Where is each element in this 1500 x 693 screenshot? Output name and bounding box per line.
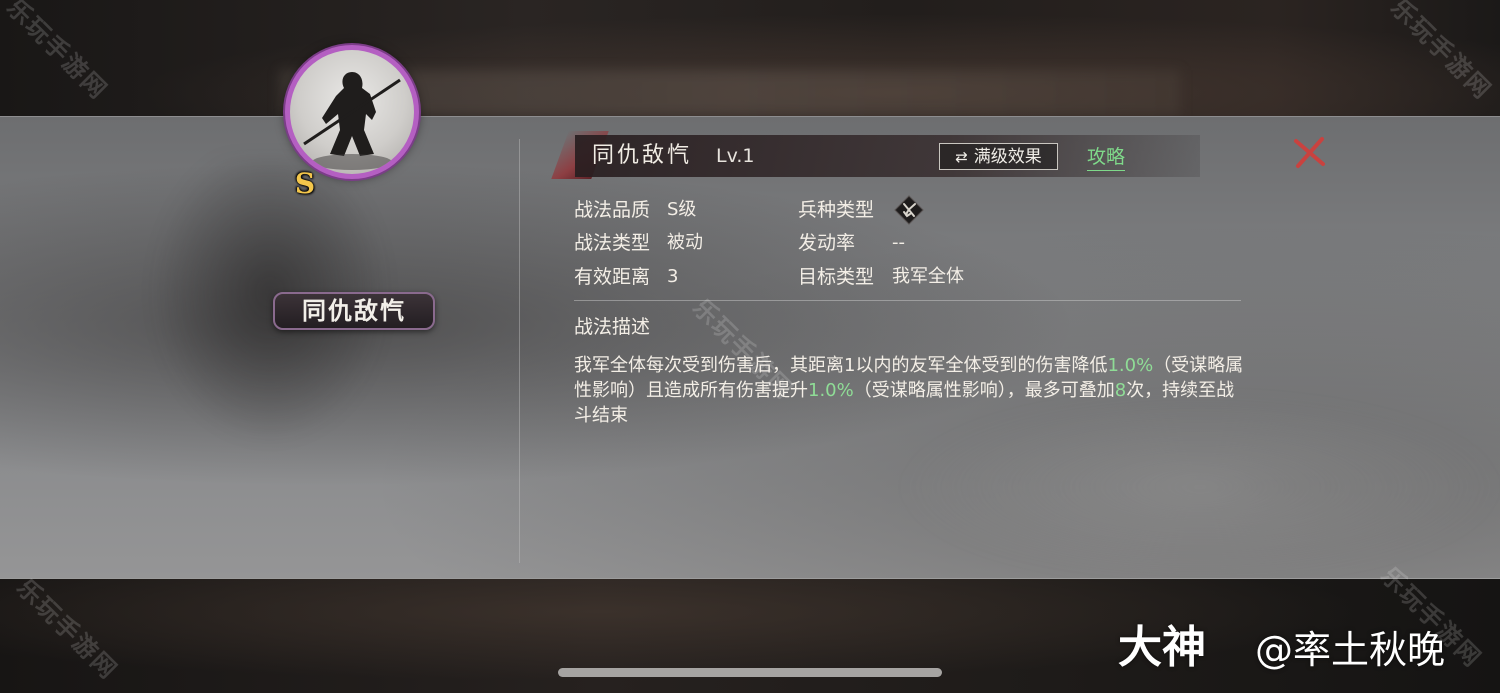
quality-value: S级 — [667, 199, 697, 220]
max-level-effect-button[interactable]: ⇄ 满级效果 — [939, 143, 1058, 170]
range-label: 有效距离 — [574, 266, 651, 288]
warrior-portrait-image — [290, 50, 414, 174]
target-type-label: 目标类型 — [798, 266, 875, 288]
close-icon — [1294, 137, 1325, 168]
trigger-rate-label: 发动率 — [798, 232, 856, 254]
portrait-name-plate: 同仇敌忾 — [273, 292, 435, 330]
damage-reduction-value: 1.0% — [1107, 355, 1154, 376]
skill-title: 同仇敌忾 — [592, 143, 693, 168]
description-title: 战法描述 — [574, 316, 651, 338]
troop-type-label: 兵种类型 — [798, 199, 875, 221]
skill-portrait — [285, 45, 419, 179]
target-type-value: 我军全体 — [892, 266, 964, 287]
damage-increase-value: 1.0% — [808, 380, 854, 401]
range-value: 3 — [667, 266, 679, 287]
type-label: 战法类型 — [574, 232, 651, 254]
watermark-user: @率土秋晚 — [1255, 628, 1446, 672]
swap-icon: ⇄ — [955, 148, 968, 166]
vertical-divider — [519, 139, 520, 563]
home-indicator[interactable] — [558, 668, 942, 677]
description-part3: （受谋略属性影响），最多可叠加 — [853, 380, 1115, 401]
quality-label: 战法品质 — [574, 199, 651, 221]
grade-badge: S — [294, 167, 316, 200]
horizontal-divider — [574, 300, 1241, 301]
strategy-link[interactable]: 攻略 — [1087, 144, 1126, 171]
max-stack-value: 8 — [1114, 380, 1127, 401]
background-top — [0, 0, 1500, 116]
troop-type-icon — [894, 195, 924, 225]
type-value: 被动 — [667, 232, 703, 253]
watermark-brand: 大神 — [1118, 622, 1206, 673]
description-text: 我军全体每次受到伤害后，其距离1以内的友军全体受到的伤害降低1.0%（受谋略属性… — [574, 353, 1244, 428]
skill-level: Lv.1 — [716, 145, 755, 167]
description-part1: 我军全体每次受到伤害后，其距离1以内的友军全体受到的伤害降低 — [574, 355, 1108, 376]
close-button[interactable] — [1292, 134, 1328, 170]
max-level-effect-label: 满级效果 — [973, 147, 1042, 167]
trigger-rate-value: -- — [892, 232, 905, 253]
